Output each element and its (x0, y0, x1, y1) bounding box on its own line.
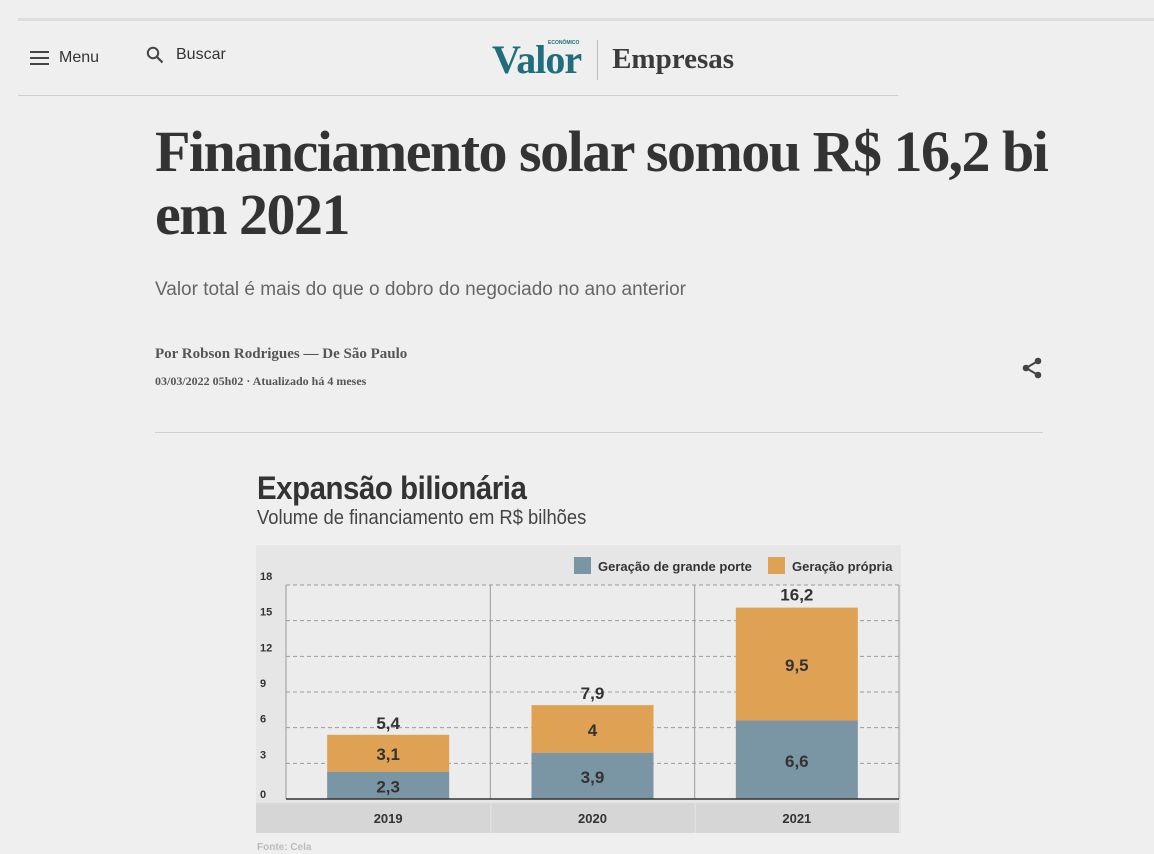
bar-value-label: 4 (588, 721, 598, 740)
menu-label: Menu (59, 49, 100, 66)
stacked-bar-chart: Geração de grande porte Geração própria 0 3… (256, 545, 901, 833)
logo-separator (597, 39, 599, 80)
y-tick-label: 15 (260, 607, 272, 619)
hamburger-icon (30, 51, 49, 65)
site-header: Menu Buscar Valor ECONÔMICO Empresas (18, 22, 898, 96)
bar-value-label: 3,1 (376, 745, 400, 764)
bar-total-label: 7,9 (581, 684, 605, 703)
legend-label: Geração de grande porte (598, 559, 752, 574)
share-button[interactable] (1019, 355, 1045, 386)
legend-label: Geração própria (792, 559, 893, 574)
bar-value-label: 2,3 (376, 777, 400, 796)
search-icon (146, 46, 164, 64)
y-tick-label: 0 (260, 789, 266, 801)
site-logo[interactable]: Valor ECONÔMICO Empresas (492, 36, 734, 83)
y-tick-label: 12 (260, 642, 272, 654)
legend-swatch (574, 557, 591, 574)
y-tick-label: 3 (260, 749, 266, 761)
top-rule (18, 18, 1154, 21)
logo-wordmark: Valor ECONÔMICO (492, 37, 582, 82)
logo-small-text: ECONÔMICO (548, 40, 580, 46)
article-divider (155, 432, 1043, 433)
bar-value-label: 6,6 (785, 752, 809, 771)
figure-subtitle: Volume de financiamento em R$ bilhões (257, 507, 587, 529)
menu-button[interactable]: Menu (30, 49, 99, 67)
legend-swatch (768, 557, 785, 574)
share-icon (1022, 357, 1042, 379)
y-tick-label: 9 (260, 678, 266, 690)
x-tick-label: 2021 (782, 811, 811, 826)
article-subhead: Valor total é mais do que o dobro do neg… (155, 279, 686, 300)
figure-source: Fonte: Cela (257, 842, 312, 853)
figure-title: Expansão bilionária (257, 470, 527, 506)
bar-total-label: 5,4 (376, 714, 400, 733)
article-byline: Por Robson Rodrigues — De São Paulo (155, 346, 408, 362)
bar-value-label: 9,5 (785, 656, 809, 675)
section-name[interactable]: Empresas (612, 43, 734, 76)
search-label: Buscar (176, 46, 226, 63)
article-headline: Financiamento solar somou R$ 16,2 bi em … (155, 119, 1049, 247)
y-tick-label: 6 (260, 714, 266, 726)
bar-total-label: 16,2 (780, 585, 813, 604)
bar-value-label: 3,9 (581, 768, 605, 787)
x-tick-label: 2019 (374, 811, 403, 826)
article-dateline: 03/03/2022 05h02 · Atualizado há 4 meses (155, 374, 367, 388)
x-tick-label: 2020 (578, 811, 607, 826)
search-button[interactable]: Buscar (146, 46, 226, 64)
y-tick-label: 18 (260, 571, 272, 583)
